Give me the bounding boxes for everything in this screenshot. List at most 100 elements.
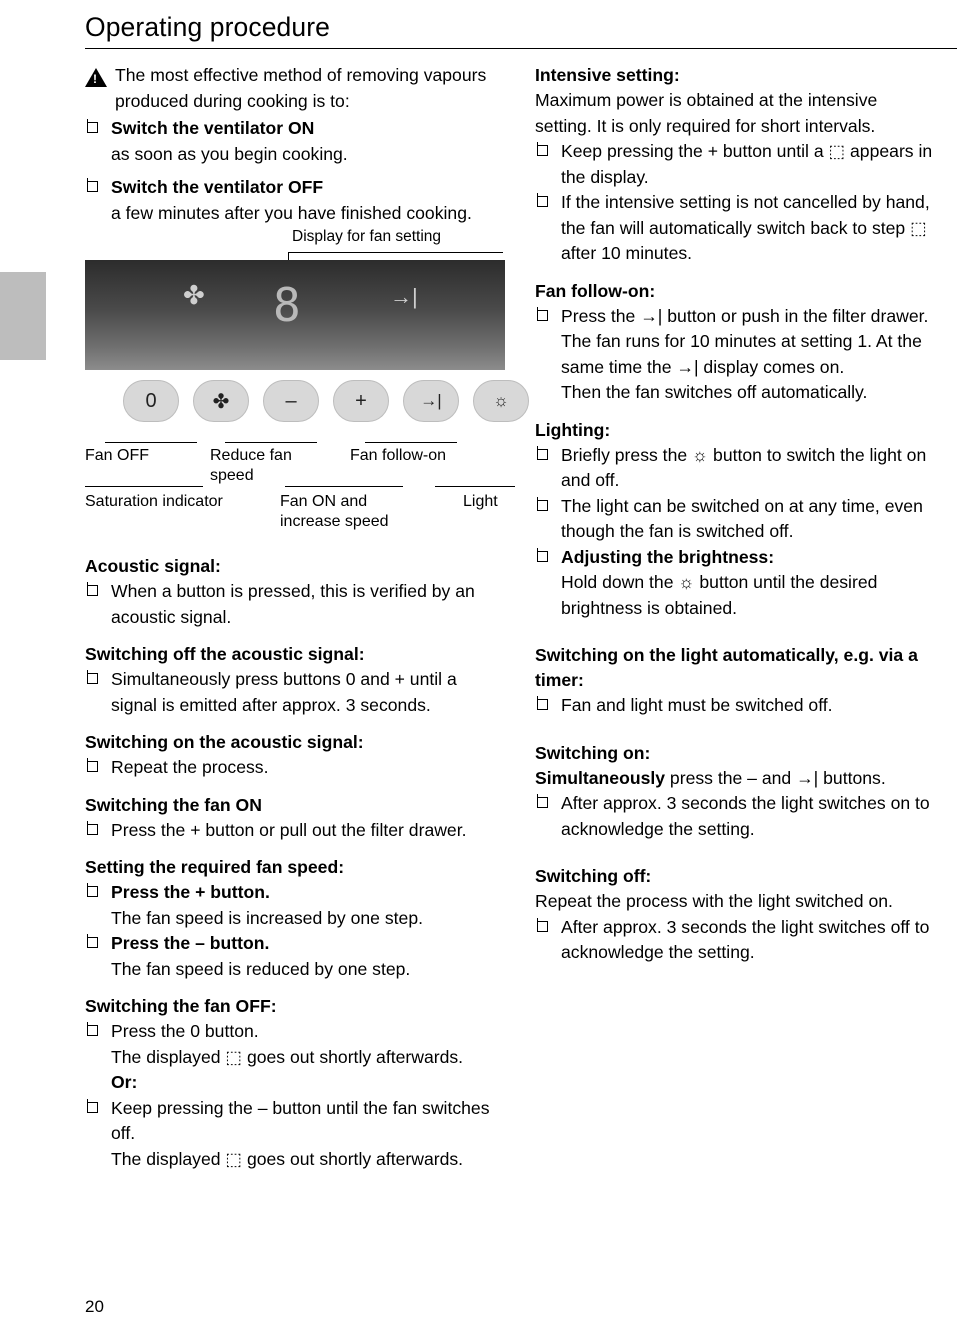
list-item-bold: Adjusting the brightness: bbox=[561, 546, 775, 567]
square-bullet-icon bbox=[87, 820, 98, 835]
light-button-glyph: ☼ bbox=[493, 391, 509, 410]
list-item: Press the – button. The fan speed is red… bbox=[85, 931, 499, 982]
warning-triangle-icon: ! bbox=[85, 68, 107, 87]
list-item-sub: The fan runs for 10 minutes at setting 1… bbox=[561, 331, 922, 402]
fan-follow-on-button-glyph: →| bbox=[420, 391, 442, 410]
display-caption: Display for fan setting bbox=[292, 228, 442, 245]
light-button[interactable]: ☼ bbox=[473, 380, 529, 422]
list-item-sub: The displayed ⬚ goes out shortly afterwa… bbox=[111, 1148, 464, 1169]
list-item-sub: The displayed ⬚ goes out shortly afterwa… bbox=[111, 1046, 464, 1067]
list-item: Switch the ventilator ON as soon as you … bbox=[85, 116, 499, 167]
fan-off-button[interactable]: 0 bbox=[123, 380, 179, 422]
list-item: After approx. 3 seconds the light switch… bbox=[535, 915, 935, 966]
list-item: Adjusting the brightness: Hold down the … bbox=[535, 545, 935, 622]
page-title: Operating procedure bbox=[85, 12, 330, 42]
list-item-text: If the intensive setting is not cancelle… bbox=[561, 192, 930, 263]
list-item-text: Briefly press the ☼ button to switch the… bbox=[561, 444, 927, 491]
square-bullet-icon bbox=[87, 119, 98, 133]
list-switching-fan-on: Press the + button or pull out the filte… bbox=[85, 818, 499, 844]
heading-switch-on-light-automatically: Switching on the light automatically, e.… bbox=[535, 645, 918, 690]
increase-fan-speed-button[interactable]: + bbox=[333, 380, 389, 422]
list-item-rest: as soon as you begin cooking. bbox=[111, 143, 348, 164]
square-bullet-icon bbox=[537, 445, 548, 460]
list-intensive-setting: Keep pressing the + button until a ⬚ app… bbox=[535, 139, 935, 267]
caption-fan-off: Fan OFF bbox=[85, 447, 150, 464]
fan-follow-on-icon: →| bbox=[390, 284, 418, 309]
list-item-text: After approx. 3 seconds the light switch… bbox=[561, 916, 930, 963]
title-rule bbox=[85, 48, 957, 49]
caption-fan-on-increase: Fan ON and increase speed bbox=[280, 493, 389, 530]
heading-fan-follow-on: Fan follow-on: bbox=[535, 280, 656, 301]
caption-rule bbox=[365, 442, 457, 443]
list-item-text: Press the – button. bbox=[111, 933, 270, 953]
button-row: 0 ✤ – + →| ☼ bbox=[85, 380, 529, 436]
fan-follow-on-button[interactable]: →| bbox=[403, 380, 459, 422]
list-item: After approx. 3 seconds the light switch… bbox=[535, 791, 935, 842]
saturation-indicator-button[interactable]: ✤ bbox=[193, 380, 249, 422]
list-item-sub: The fan speed is reduced by one step. bbox=[111, 958, 411, 979]
list-item-text: Repeat the process. bbox=[111, 757, 269, 777]
square-bullet-icon bbox=[87, 1022, 98, 1036]
chapter-tab-marker bbox=[0, 272, 46, 360]
heading-switch-on-acoustic: Switching on the acoustic signal: bbox=[85, 732, 364, 752]
list-item-text: When a button is pressed, this is verifi… bbox=[111, 581, 475, 627]
appliance-control-panel: ✤ 8 →| bbox=[85, 260, 505, 370]
list-item: Press the + button. The fan speed is inc… bbox=[85, 880, 499, 931]
square-bullet-icon bbox=[537, 917, 548, 932]
list-item-text: Press the + button. bbox=[111, 882, 270, 902]
list-item-sub: The fan speed is increased by one step. bbox=[111, 907, 423, 928]
list-switch-on-light-automatically: Fan and light must be switched off. bbox=[535, 693, 935, 719]
increase-fan-speed-button-glyph: + bbox=[355, 389, 367, 412]
page-number: 20 bbox=[85, 1297, 104, 1316]
list-item-text: Keep pressing the + button until a ⬚ app… bbox=[561, 141, 933, 187]
list-item-text: Press the + button or pull out the filte… bbox=[111, 819, 467, 840]
heading-switching-fan-on: Switching the fan ON bbox=[85, 794, 262, 815]
list-item: Press the 0 button. The displayed ⬚ goes… bbox=[85, 1019, 499, 1070]
list-item: Simultaneously press buttons 0 and + unt… bbox=[85, 667, 499, 718]
list-item-bold: Switch the ventilator OFF bbox=[111, 177, 324, 197]
reduce-fan-speed-button[interactable]: – bbox=[263, 380, 319, 422]
list-item: Keep pressing the – button until the fan… bbox=[85, 1096, 499, 1173]
list-item-sub: Hold down the ☼ button until the desired… bbox=[561, 572, 878, 618]
page-content: Operating procedure ! The most effective… bbox=[85, 0, 960, 1323]
square-bullet-icon bbox=[87, 1098, 98, 1113]
heading-intensive-setting: Intensive setting: bbox=[535, 65, 680, 85]
caption-rule bbox=[285, 486, 403, 487]
list-switching-fan-off-alt: Keep pressing the – button until the fan… bbox=[85, 1096, 499, 1173]
caption-saturation-indicator: Saturation indicator bbox=[85, 493, 223, 510]
caption-rule bbox=[85, 486, 203, 487]
heading-switching-off: Switching off: bbox=[535, 866, 652, 886]
square-bullet-icon bbox=[537, 496, 548, 511]
square-bullet-icon bbox=[537, 306, 548, 321]
list-item: Repeat the process. bbox=[85, 755, 499, 781]
heading-lighting: Lighting: bbox=[535, 419, 611, 440]
list-switching-on: After approx. 3 seconds the light switch… bbox=[535, 791, 935, 842]
list-switching-off: After approx. 3 seconds the light switch… bbox=[535, 915, 935, 966]
saturation-indicator-button-glyph: ✤ bbox=[212, 390, 230, 413]
square-bullet-icon bbox=[87, 670, 98, 684]
document-page: Operating procedure ! The most effective… bbox=[0, 0, 960, 1323]
caption-fan-follow-on: Fan follow-on bbox=[350, 447, 447, 464]
list-item: Keep pressing the + button until a ⬚ app… bbox=[535, 139, 935, 190]
left-column: ! The most effective method of removing … bbox=[85, 63, 529, 1173]
list-item: The light can be switched on at any time… bbox=[535, 494, 935, 545]
switching-off-intro: Repeat the process with the light switch… bbox=[535, 891, 893, 911]
square-bullet-icon bbox=[87, 582, 98, 596]
list-item-text: Fan and light must be switched off. bbox=[561, 695, 833, 715]
list-fan-follow-on: Press the →| button or push in the filte… bbox=[535, 304, 935, 406]
list-item: Press the + button or pull out the filte… bbox=[85, 818, 499, 844]
list-item: Press the →| button or push in the filte… bbox=[535, 304, 935, 406]
switching-on-intro-bold: Simultaneously bbox=[535, 767, 666, 788]
list-item-text: Simultaneously press buttons 0 and + unt… bbox=[111, 669, 457, 715]
heading-switching-on: Switching on: bbox=[535, 742, 651, 763]
switching-on-intro: Simultaneously press the – and →| button… bbox=[535, 766, 935, 792]
list-item-text: Press the →| button or push in the filte… bbox=[561, 305, 929, 326]
warning-bullet-list: Switch the ventilator ON as soon as you … bbox=[85, 116, 499, 226]
control-panel-illustration: Display for fan setting ✤ 8 →| 0 ✤ – + →… bbox=[85, 228, 529, 484]
square-bullet-icon bbox=[537, 193, 548, 207]
reduce-fan-speed-button-glyph: – bbox=[285, 389, 297, 412]
list-item-text: Press the 0 button. bbox=[111, 1021, 259, 1041]
list-item-bold: Switch the ventilator ON bbox=[111, 118, 315, 138]
list-item-text: Keep pressing the – button until the fan… bbox=[111, 1097, 490, 1144]
caption-rule bbox=[435, 486, 515, 487]
